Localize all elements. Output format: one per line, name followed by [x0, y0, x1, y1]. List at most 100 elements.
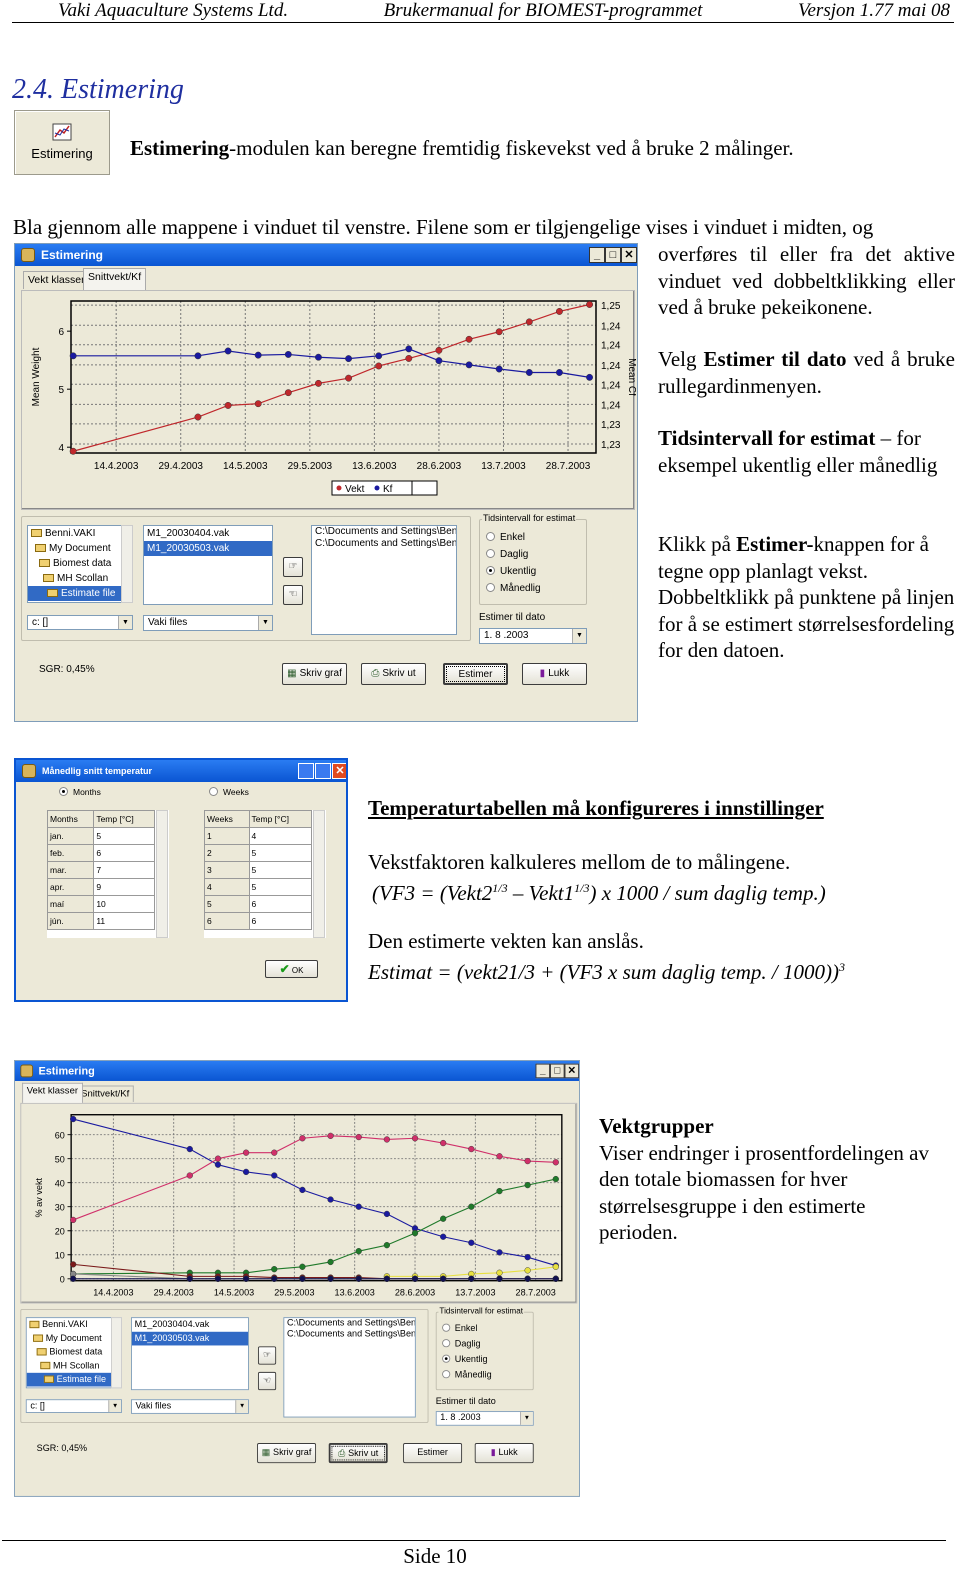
- y2-axis-label: Mean Cf: [626, 358, 636, 396]
- x-tick-label: 28.6.2003: [417, 461, 462, 472]
- lukk-button[interactable]: ▮ Lukk: [522, 663, 587, 685]
- file-type-select[interactable]: Vaki files ▼: [131, 1399, 249, 1414]
- weeks-table[interactable]: Weeks Temp [°C] 1 4 2 5 3 5 4 5 5 6 6 6: [204, 810, 312, 930]
- folder-item[interactable]: My Document: [27, 1332, 121, 1346]
- selected-file-item[interactable]: C:\Documents and Settings\Ben: [312, 526, 456, 538]
- interval-radio-0[interactable]: Enkel: [442, 1324, 477, 1334]
- grid-row: 56: [205, 896, 312, 913]
- radio-label: Daglig: [455, 1339, 481, 1349]
- minimize-button[interactable]: _: [536, 1064, 551, 1079]
- selected-file-item[interactable]: C:\Documents and Settings\Ben: [284, 1329, 415, 1340]
- tab-vekt-klasser[interactable]: Vekt klasser: [23, 271, 90, 289]
- skriv-ut-button[interactable]: ⎙ Skriv ut: [329, 1443, 388, 1463]
- selected-files-list[interactable]: C:\Documents and Settings\Ben C:\Document…: [311, 525, 457, 635]
- ok-button[interactable]: ✔ OK: [265, 960, 318, 978]
- data-point: [384, 1276, 390, 1282]
- file-list[interactable]: M1_20030404.vak M1_20030503.vak: [131, 1317, 249, 1390]
- maximize-button[interactable]: [315, 763, 331, 779]
- grid-cell[interactable]: 6: [249, 913, 311, 930]
- remove-file-button[interactable]: ☜: [258, 1372, 276, 1390]
- maximize-button[interactable]: □: [550, 1064, 565, 1079]
- add-file-button[interactable]: ☞: [258, 1346, 276, 1364]
- minimize-button[interactable]: [298, 763, 314, 779]
- estimate-date-select[interactable]: 1. 8 .2003 ▼: [479, 628, 587, 644]
- selected-files-list[interactable]: C:\Documents and Settings\Ben C:\Document…: [283, 1317, 415, 1417]
- skriv-ut-button[interactable]: ⎙ Skriv ut: [361, 663, 426, 685]
- skriv-graf-button[interactable]: ▦ Skriv graf: [257, 1443, 316, 1463]
- folder-item[interactable]: Biomest data: [27, 1345, 121, 1359]
- weeks-grid[interactable]: Weeks Temp [°C] 1 4 2 5 3 5 4 5 5 6 6 6: [204, 810, 326, 938]
- lukk-button[interactable]: ▮ Lukk: [475, 1443, 534, 1463]
- interval-radio-3[interactable]: Månedlig: [486, 583, 541, 594]
- data-point: [497, 1270, 503, 1276]
- remove-file-button[interactable]: ☜: [283, 585, 303, 605]
- minimize-button[interactable]: _: [589, 247, 605, 263]
- estimate-date-select[interactable]: 1. 8 .2003 ▼: [436, 1411, 534, 1426]
- interval-radio-3[interactable]: Månedlig: [442, 1370, 492, 1380]
- interval-radio-2[interactable]: Ukentlig: [442, 1355, 487, 1365]
- drive-select[interactable]: c: [] ▼: [26, 1399, 122, 1413]
- interval-radio-1[interactable]: Daglig: [442, 1339, 480, 1349]
- grid-cell[interactable]: 5: [249, 845, 311, 862]
- close-button[interactable]: ✕: [332, 763, 348, 779]
- tree-scrollbar[interactable]: [111, 1317, 122, 1388]
- folder-item[interactable]: My Document: [28, 541, 132, 556]
- months-radio[interactable]: Months: [59, 787, 101, 797]
- file-item[interactable]: M1_20030404.vak: [132, 1318, 248, 1332]
- grid-cell[interactable]: 5: [94, 828, 155, 845]
- grid-cell: mar.: [48, 862, 94, 879]
- interval-radio-2[interactable]: Ukentlig: [486, 566, 536, 577]
- interval-radio-0[interactable]: Enkel: [486, 532, 525, 543]
- folder-tree[interactable]: Benni.VAKI My Document Biomest data MH Scol…: [26, 1317, 122, 1388]
- data-point: [375, 363, 381, 369]
- tab-snittvekt-kf[interactable]: Snittvekt/Kf: [83, 268, 146, 290]
- grid-scrollbar[interactable]: [313, 810, 325, 938]
- grid-cell[interactable]: 5: [249, 862, 311, 879]
- grid-cell[interactable]: 6: [249, 896, 311, 913]
- grid-cell[interactable]: 5: [249, 879, 311, 896]
- grid-cell[interactable]: 7: [94, 862, 155, 879]
- months-grid[interactable]: Months Temp [°C] jan. 5 feb. 6 mar. 7 apr. 9 maí 10…: [47, 810, 169, 938]
- grid-cell[interactable]: 10: [94, 896, 155, 913]
- folder-tree[interactable]: Benni.VAKI My Document Biomest data MH Scol…: [27, 525, 133, 603]
- selected-file-item[interactable]: C:\Documents and Settings\Ben: [312, 538, 456, 550]
- folder-item[interactable]: Biomest data: [28, 556, 132, 571]
- drive-select[interactable]: c: [] ▼: [27, 615, 133, 630]
- grid-cell[interactable]: 11: [94, 913, 155, 930]
- folder-label: Estimate file: [61, 588, 115, 599]
- button-label: Skriv graf: [300, 668, 342, 679]
- months-table[interactable]: Months Temp [°C] jan. 5 feb. 6 mar. 7 apr. 9 maí 10…: [47, 810, 155, 930]
- close-button[interactable]: ✕: [565, 1064, 580, 1079]
- grid-scrollbar[interactable]: [156, 810, 168, 938]
- file-item[interactable]: M1_20030503.vak: [144, 541, 272, 556]
- estimer-button[interactable]: Estimer: [403, 1443, 462, 1463]
- file-item[interactable]: M1_20030404.vak: [144, 526, 272, 541]
- grid-cell[interactable]: 4: [249, 828, 311, 845]
- grid-cell[interactable]: 6: [94, 845, 155, 862]
- tree-scrollbar[interactable]: [121, 525, 133, 603]
- tab-snittvekt-kf[interactable]: Snittvekt/Kf: [77, 1086, 134, 1102]
- folder-item[interactable]: Estimate file: [27, 1373, 121, 1387]
- interval-radio-1[interactable]: Daglig: [486, 549, 528, 560]
- skriv-graf-button[interactable]: ▦ Skriv graf: [282, 663, 347, 685]
- close-button[interactable]: ✕: [621, 247, 637, 263]
- folder-item[interactable]: Benni.VAKI: [27, 1318, 121, 1332]
- file-type-select[interactable]: Vaki files ▼: [143, 615, 273, 631]
- tab-vekt-klasser[interactable]: Vekt klasser: [22, 1083, 82, 1103]
- estimering-module-button[interactable]: Estimering: [14, 110, 110, 175]
- add-file-button[interactable]: ☞: [283, 557, 303, 577]
- file-list[interactable]: M1_20030404.vak M1_20030503.vak: [143, 525, 273, 605]
- grid-cell[interactable]: 9: [94, 879, 155, 896]
- file-item[interactable]: M1_20030503.vak: [132, 1332, 248, 1346]
- data-point: [525, 1267, 531, 1273]
- estimer-button[interactable]: Estimer: [443, 663, 508, 685]
- maximize-button[interactable]: □: [605, 247, 621, 263]
- folder-item[interactable]: MH Scollan: [28, 571, 132, 586]
- weeks-radio[interactable]: Weeks: [209, 787, 249, 797]
- folder-item[interactable]: Benni.VAKI: [28, 526, 132, 541]
- intro-bold: Estimering: [130, 136, 229, 160]
- x-tick-label: 13.6.2003: [352, 461, 397, 472]
- folder-item[interactable]: MH Scollan: [27, 1359, 121, 1373]
- folder-item[interactable]: Estimate file: [28, 586, 132, 601]
- selected-file-item[interactable]: C:\Documents and Settings\Ben: [284, 1318, 415, 1329]
